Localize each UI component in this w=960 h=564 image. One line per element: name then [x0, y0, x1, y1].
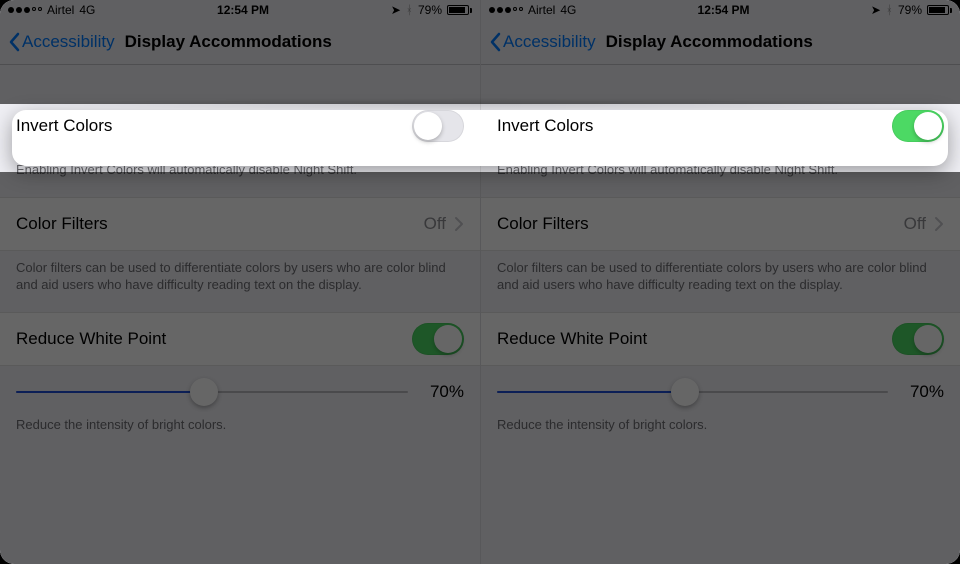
carrier-label: Airtel [47, 3, 74, 17]
clock-label: 12:54 PM [217, 3, 269, 17]
reduce-white-point-footer: Reduce the intensity of bright colors. [0, 408, 480, 452]
page-title: Display Accommodations [125, 32, 332, 52]
invert-colors-row: Invert Colors [481, 99, 960, 153]
location-icon: ➤ [391, 3, 401, 17]
pane-right: Airtel 4G 12:54 PM ➤ ᚼ 79% Accessibility… [480, 0, 960, 564]
battery-pct-label: 79% [418, 3, 442, 17]
back-button[interactable]: Accessibility [489, 32, 596, 52]
reduce-white-point-pct: 70% [408, 382, 464, 402]
bluetooth-icon: ᚼ [406, 3, 413, 17]
signal-dots-icon [8, 7, 42, 13]
color-filters-label: Color Filters [16, 214, 108, 234]
page-title: Display Accommodations [606, 32, 813, 52]
reduce-white-point-footer: Reduce the intensity of bright colors. [481, 408, 960, 452]
chevron-left-icon [8, 32, 20, 52]
network-label: 4G [79, 3, 95, 17]
reduce-white-point-label: Reduce White Point [16, 329, 166, 349]
reduce-white-point-row: Reduce White Point [481, 312, 960, 366]
invert-colors-row: Invert Colors [0, 99, 480, 153]
color-filters-label: Color Filters [497, 214, 589, 234]
reduce-white-point-slider-row: 70% [0, 366, 480, 408]
nav-bar: Accessibility Display Accommodations [0, 20, 480, 64]
reduce-white-point-slider[interactable] [497, 378, 888, 406]
color-filters-value: Off [904, 214, 926, 234]
reduce-white-point-row: Reduce White Point [0, 312, 480, 366]
reduce-white-point-slider[interactable] [16, 378, 408, 406]
carrier-label: Airtel [528, 3, 555, 17]
reduce-white-point-slider-row: 70% [481, 366, 960, 408]
invert-colors-label: Invert Colors [16, 116, 112, 136]
clock-label: 12:54 PM [698, 3, 750, 17]
signal-dots-icon [489, 7, 523, 13]
chevron-right-icon [934, 216, 944, 232]
reduce-white-point-toggle[interactable] [892, 323, 944, 355]
status-bar: Airtel 4G 12:54 PM ➤ ᚼ 79% [0, 0, 480, 20]
battery-icon [927, 5, 952, 15]
color-filters-value: Off [424, 214, 446, 234]
invert-colors-label: Invert Colors [497, 116, 593, 136]
pane-left: Airtel 4G 12:54 PM ➤ ᚼ 79% Accessibility… [0, 0, 480, 564]
chevron-left-icon [489, 32, 501, 52]
back-label: Accessibility [22, 32, 115, 52]
back-label: Accessibility [503, 32, 596, 52]
bluetooth-icon: ᚼ [886, 3, 893, 17]
network-label: 4G [560, 3, 576, 17]
color-filters-row[interactable]: Color Filters Off [0, 197, 480, 251]
invert-colors-toggle[interactable] [412, 110, 464, 142]
reduce-white-point-toggle[interactable] [412, 323, 464, 355]
reduce-white-point-label: Reduce White Point [497, 329, 647, 349]
battery-pct-label: 79% [898, 3, 922, 17]
location-icon: ➤ [871, 3, 881, 17]
color-filters-row[interactable]: Color Filters Off [481, 197, 960, 251]
back-button[interactable]: Accessibility [8, 32, 115, 52]
reduce-white-point-pct: 70% [888, 382, 944, 402]
invert-colors-toggle[interactable] [892, 110, 944, 142]
chevron-right-icon [454, 216, 464, 232]
color-filters-footer: Color filters can be used to differentia… [0, 251, 480, 312]
nav-bar: Accessibility Display Accommodations [481, 20, 960, 64]
status-bar: Airtel 4G 12:54 PM ➤ ᚼ 79% [481, 0, 960, 20]
color-filters-footer: Color filters can be used to differentia… [481, 251, 960, 312]
battery-icon [447, 5, 472, 15]
